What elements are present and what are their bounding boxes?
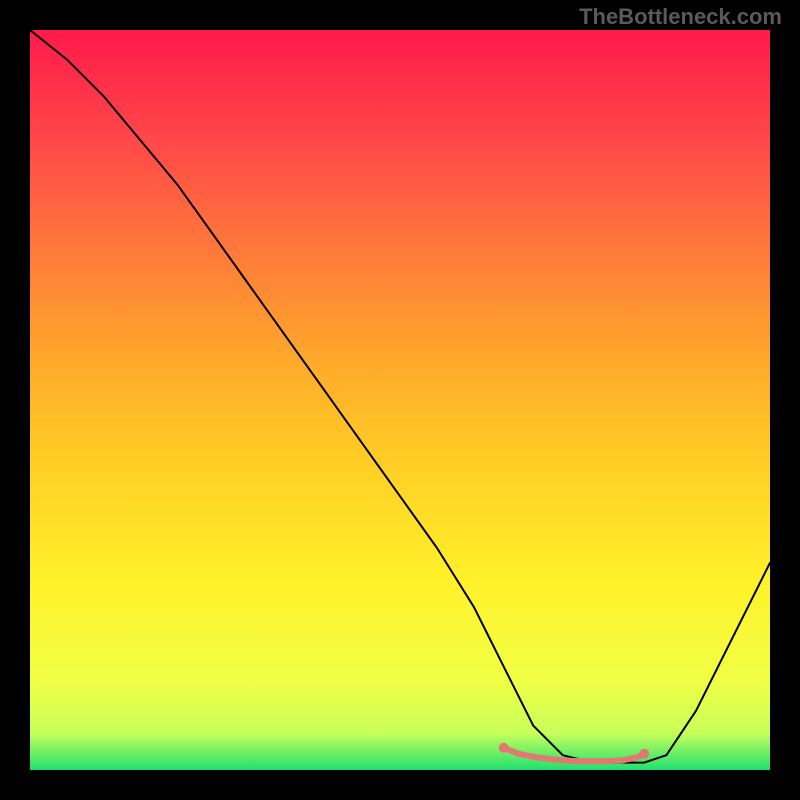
marker-dot <box>639 749 649 759</box>
bottleneck-chart <box>30 30 770 770</box>
watermark-text: TheBottleneck.com <box>579 4 782 30</box>
marker-dot <box>499 743 509 753</box>
chart-container <box>30 30 770 770</box>
